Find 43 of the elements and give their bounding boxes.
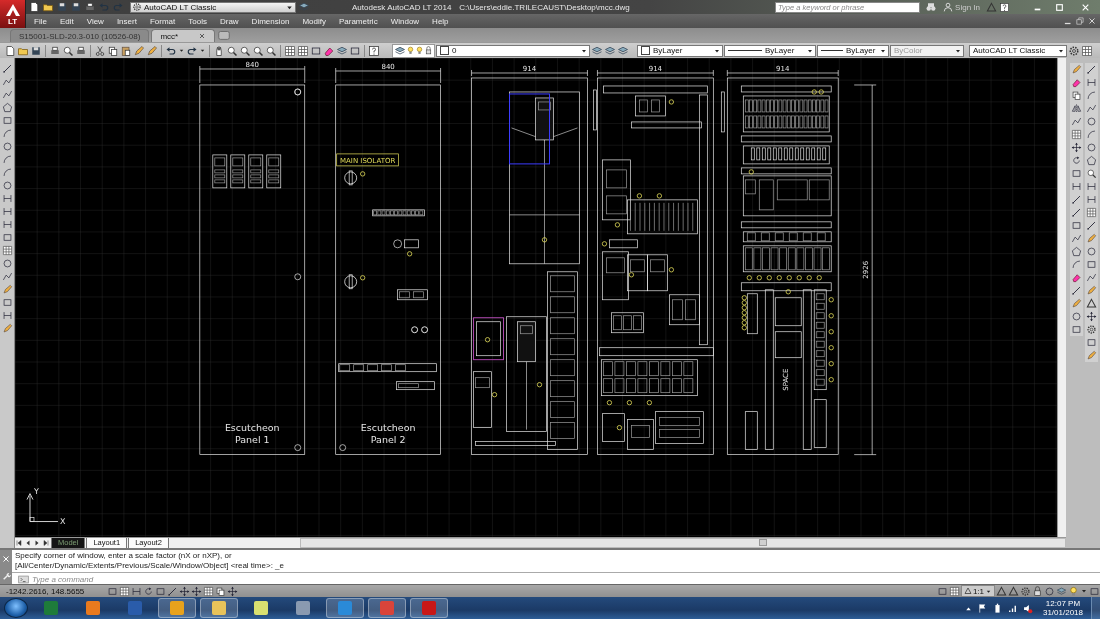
- lineweight-dropdown[interactable]: ByLayer: [817, 44, 889, 57]
- sign-in-button[interactable]: Sign In: [939, 2, 984, 12]
- file-path: C:\Users\eddie.TRILECAUST\Desktop\mcc.dwg: [459, 2, 630, 12]
- application-menu-button[interactable]: LT: [0, 0, 26, 28]
- document-tab[interactable]: S15001-SLD-20.3-010 (10526-08): [10, 29, 150, 42]
- axis-label: X: [59, 516, 66, 526]
- color-value: ByLayer: [653, 46, 684, 55]
- panel-caption: Panel 1: [234, 433, 270, 445]
- linetype-dropdown[interactable]: ByLayer: [724, 44, 816, 57]
- menu-item[interactable]: Dimension: [245, 14, 297, 28]
- menu-item[interactable]: Format: [143, 14, 183, 28]
- menu-item[interactable]: Insert: [110, 14, 144, 28]
- command-history-line: Specify corner of window, enter a scale factor (nX or nXP), or: [15, 551, 233, 561]
- layer-value: 0: [452, 46, 458, 55]
- axis-label: Y: [34, 486, 39, 496]
- layer-dropdown[interactable]: 0: [436, 44, 590, 57]
- workspace-name: AutoCAD LT Classic: [144, 2, 218, 12]
- menu-item[interactable]: View: [80, 14, 111, 28]
- color-dropdown[interactable]: ByLayer: [637, 44, 723, 57]
- panel-caption: Panel 2: [370, 433, 406, 445]
- menu-item[interactable]: Parametric: [332, 14, 385, 28]
- linetype-value: ByLayer: [765, 46, 796, 55]
- menu-item[interactable]: Draw: [213, 14, 246, 28]
- lineweight-value: ByLayer: [846, 46, 876, 55]
- menu-item[interactable]: Window: [384, 14, 427, 28]
- menu-item[interactable]: Tools: [182, 14, 214, 28]
- clock-date: 31/01/2018: [1042, 608, 1083, 617]
- menu-item[interactable]: File: [28, 14, 54, 28]
- workspace-value: AutoCAD LT Classic: [973, 46, 1047, 55]
- workspace-dropdown[interactable]: AutoCAD LT Classic: [130, 1, 296, 13]
- panel-caption: Escutcheon: [360, 421, 416, 433]
- command-history-line: [All/Center/Dynamic/Extents/Previous/Scale/Window/Object] <real time>: _e: [15, 561, 285, 571]
- workspace-dropdown[interactable]: AutoCAD LT Classic: [969, 44, 1067, 57]
- menu-item[interactable]: Modify: [296, 14, 333, 28]
- annotation-scale[interactable]: 1:1: [960, 585, 995, 597]
- menu-item[interactable]: Help: [426, 14, 456, 28]
- cursor-coordinates: -1242.2616, 148.5655: [6, 586, 86, 596]
- app-title: Autodesk AutoCAD LT 2014: [352, 2, 452, 12]
- menu-item[interactable]: Edit: [53, 14, 81, 28]
- plot-style-value: ByColor: [894, 46, 924, 55]
- document-tab[interactable]: mcc*: [151, 29, 216, 42]
- clock-time: 12:07 PM: [1045, 599, 1081, 608]
- panel-caption: Escutcheon: [224, 421, 280, 433]
